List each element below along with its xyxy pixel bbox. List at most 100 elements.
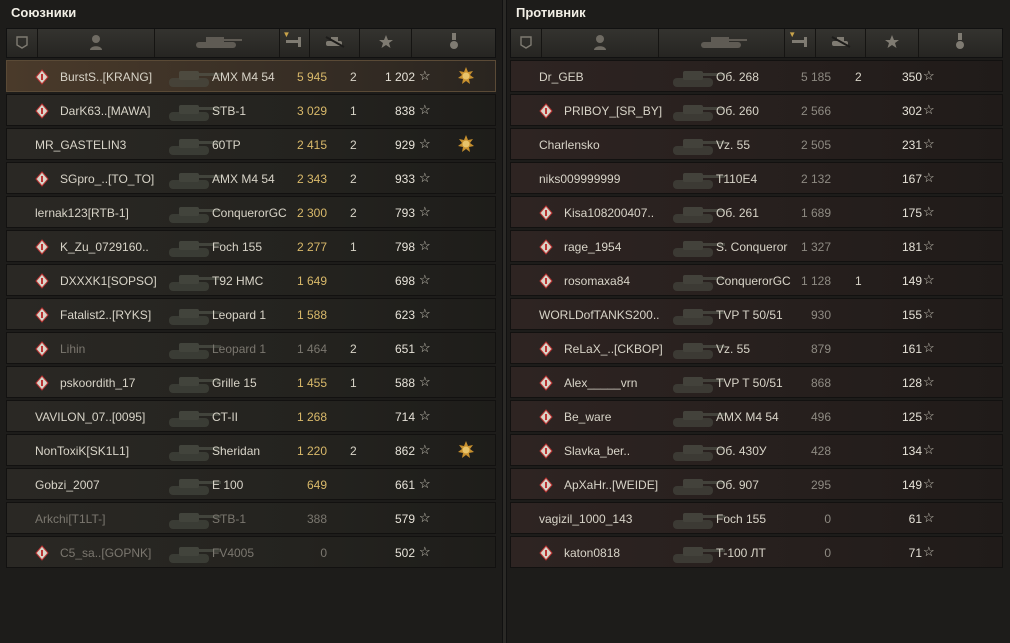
column-header-frags[interactable] xyxy=(310,29,361,57)
damage-value: 0 xyxy=(824,546,831,560)
column-header-xp-star[interactable] xyxy=(866,29,919,57)
xp-star-icon: ☆ xyxy=(419,442,431,457)
column-header-medal[interactable] xyxy=(919,29,1002,57)
allies-player-row[interactable]: Gobzi_2007 E 100 649 661 ☆ xyxy=(6,468,496,500)
tank-name: Grille 15 xyxy=(212,376,257,390)
column-header-damage[interactable]: ▼ xyxy=(785,29,816,57)
clan-emblem-icon xyxy=(538,443,554,459)
column-header-xp-star[interactable] xyxy=(360,29,413,57)
xp-value: 134 xyxy=(901,444,922,458)
enemies-player-row[interactable]: WORLDofTANKS200.. TVP T 50/51 930 155 ☆ xyxy=(510,298,1003,330)
column-header-medal[interactable] xyxy=(412,29,495,57)
enemies-player-row[interactable]: rosomaxa84 ConquerorGC 1 128 1 149 ☆ xyxy=(510,264,1003,296)
xp-star-icon: ☆ xyxy=(419,102,431,117)
damage-value: 2 415 xyxy=(296,138,327,152)
damage-value: 868 xyxy=(810,376,831,390)
allies-player-row[interactable]: NonToxiK[SK1L1] Sheridan 1 220 2 862 ☆ xyxy=(6,434,496,466)
frags-value: 1 xyxy=(855,274,862,288)
allies-player-row[interactable]: MR_GASTELIN3 60TP 2 415 2 929 ☆ xyxy=(6,128,496,160)
medal-icon[interactable] xyxy=(456,440,476,460)
damage-value: 2 566 xyxy=(800,104,831,118)
enemies-player-row[interactable]: katon0818 Т-100 ЛТ 0 71 ☆ xyxy=(510,536,1003,568)
tank-name: Foch 155 xyxy=(716,512,767,526)
enemies-player-row[interactable]: Alex_____vrn TVP T 50/51 868 128 ☆ xyxy=(510,366,1003,398)
xp-value: 793 xyxy=(394,206,415,220)
allies-player-row[interactable]: VAVILON_07..[0095] CT-II 1 268 714 ☆ xyxy=(6,400,496,432)
allies-player-row[interactable]: lernak123[RTB-1] ConquerorGC 2 300 2 793 ☆ xyxy=(6,196,496,228)
xp-star-icon: ☆ xyxy=(419,170,431,185)
allies-player-row[interactable]: SGpro_..[TO_TO] AMX M4 54 2 343 2 933 ☆ xyxy=(6,162,496,194)
player-name: K_Zu_0729160.. xyxy=(60,240,149,254)
xp-value: 175 xyxy=(901,206,922,220)
damage-value: 5 945 xyxy=(296,70,327,84)
enemies-player-row[interactable]: niks009999999 T110E4 2 132 167 ☆ xyxy=(510,162,1003,194)
enemies-player-row[interactable]: Kisa108200407.. Об. 261 1 689 175 ☆ xyxy=(510,196,1003,228)
allies-rows: BurstS..[KRANG] AMX M4 54 5 945 2 1 202 ☆ DarK… xyxy=(6,60,496,570)
column-header-tank[interactable] xyxy=(659,29,786,57)
xp-value: 149 xyxy=(901,274,922,288)
enemies-player-row[interactable]: Charlensko Vz. 55 2 505 231 ☆ xyxy=(510,128,1003,160)
enemies-player-row[interactable]: ReLaX_..[CKBOP] Vz. 55 879 161 ☆ xyxy=(510,332,1003,364)
player-name: katon0818 xyxy=(564,546,621,560)
allies-player-row[interactable]: K_Zu_0729160.. Foch 155 2 277 1 798 ☆ xyxy=(6,230,496,262)
tank-name: ConquerorGC xyxy=(212,206,287,220)
enemies-player-row[interactable]: ApXaHr..[WEIDE] Об. 907 295 149 ☆ xyxy=(510,468,1003,500)
xp-star-icon: ☆ xyxy=(419,510,431,525)
column-header-frags[interactable] xyxy=(816,29,867,57)
column-header-rank-badge[interactable] xyxy=(511,29,542,57)
allies-player-row[interactable]: Arkchi[T1LT-] STB-1 388 579 ☆ xyxy=(6,502,496,534)
xp-star-icon: ☆ xyxy=(923,374,935,389)
xp-star-icon: ☆ xyxy=(923,544,935,559)
enemies-player-row[interactable]: vagizil_1000_143 Foch 155 0 61 ☆ xyxy=(510,502,1003,534)
xp-star-icon: ☆ xyxy=(923,238,935,253)
xp-star-icon: ☆ xyxy=(419,68,431,83)
column-header-tank[interactable] xyxy=(155,29,280,57)
player-name: Gobzi_2007 xyxy=(35,478,100,492)
clan-emblem-icon xyxy=(34,307,50,323)
damage-value: 388 xyxy=(306,512,327,526)
damage-value: 0 xyxy=(824,512,831,526)
player-name: Charlensko xyxy=(539,138,600,152)
column-header-damage[interactable]: ▼ xyxy=(280,29,311,57)
column-header-rank-badge[interactable] xyxy=(7,29,38,57)
xp-star-icon: ☆ xyxy=(419,306,431,321)
tank-name: STB-1 xyxy=(212,512,247,526)
allies-player-row[interactable]: Fatalist2..[RYKS] Leopard 1 1 588 623 ☆ xyxy=(6,298,496,330)
allies-player-row[interactable]: C5_sa..[GOPNK] FV4005 0 502 ☆ xyxy=(6,536,496,568)
sort-indicator-icon: ▼ xyxy=(282,30,291,39)
allies-player-row[interactable]: Lihin Leopard 1 1 464 2 651 ☆ xyxy=(6,332,496,364)
player-name: VAVILON_07..[0095] xyxy=(35,410,146,424)
tank-name: Т-100 ЛТ xyxy=(716,546,766,560)
allies-panel: Союзники ▼ BurstS..[KRANG] AMX M4 54 5 945… xyxy=(0,0,502,643)
tank-name: TVP T 50/51 xyxy=(716,308,783,322)
allies-player-row[interactable]: DarK63..[MAWA] STB-1 3 029 1 838 ☆ xyxy=(6,94,496,126)
clan-emblem-icon xyxy=(538,375,554,391)
column-header-player[interactable] xyxy=(542,29,660,57)
damage-value: 3 029 xyxy=(296,104,327,118)
xp-value: 698 xyxy=(394,274,415,288)
xp-value: 838 xyxy=(394,104,415,118)
medal-icon xyxy=(449,32,459,54)
tank-name: Об. 907 xyxy=(716,478,759,492)
tank-name: Sheridan xyxy=(212,444,261,458)
allies-player-row[interactable]: pskoordith_17 Grille 15 1 455 1 588 ☆ xyxy=(6,366,496,398)
allies-player-row[interactable]: BurstS..[KRANG] AMX M4 54 5 945 2 1 202 ☆ xyxy=(6,60,496,92)
column-header-player[interactable] xyxy=(38,29,155,57)
medal-icon[interactable] xyxy=(456,66,476,86)
xp-star-icon: ☆ xyxy=(923,306,935,321)
frags-value: 2 xyxy=(350,70,357,84)
medal-icon[interactable] xyxy=(456,134,476,154)
enemies-player-row[interactable]: PRIBOY_[SR_BY] Об. 260 2 566 302 ☆ xyxy=(510,94,1003,126)
damage-value: 1 455 xyxy=(296,376,327,390)
player-name: rosomaxa84 xyxy=(564,274,631,288)
allies-player-row[interactable]: DXXXK1[SOPSO] T92 HMC 1 649 698 ☆ xyxy=(6,264,496,296)
enemies-player-row[interactable]: Slavka_ber.. Об. 430У 428 134 ☆ xyxy=(510,434,1003,466)
tank-name: T110E4 xyxy=(716,172,758,186)
enemies-player-row[interactable]: Be_ware AMX M4 54 496 125 ☆ xyxy=(510,400,1003,432)
player-name: SGpro_..[TO_TO] xyxy=(60,172,155,186)
enemies-player-row[interactable]: rage_1954 S. Conqueror 1 327 181 ☆ xyxy=(510,230,1003,262)
enemies-player-row[interactable]: Dr_GEB Об. 268 5 185 2 350 ☆ xyxy=(510,60,1003,92)
damage-value: 2 505 xyxy=(800,138,831,152)
player-name: MR_GASTELIN3 xyxy=(35,138,127,152)
player-name: DarK63..[MAWA] xyxy=(60,104,151,118)
